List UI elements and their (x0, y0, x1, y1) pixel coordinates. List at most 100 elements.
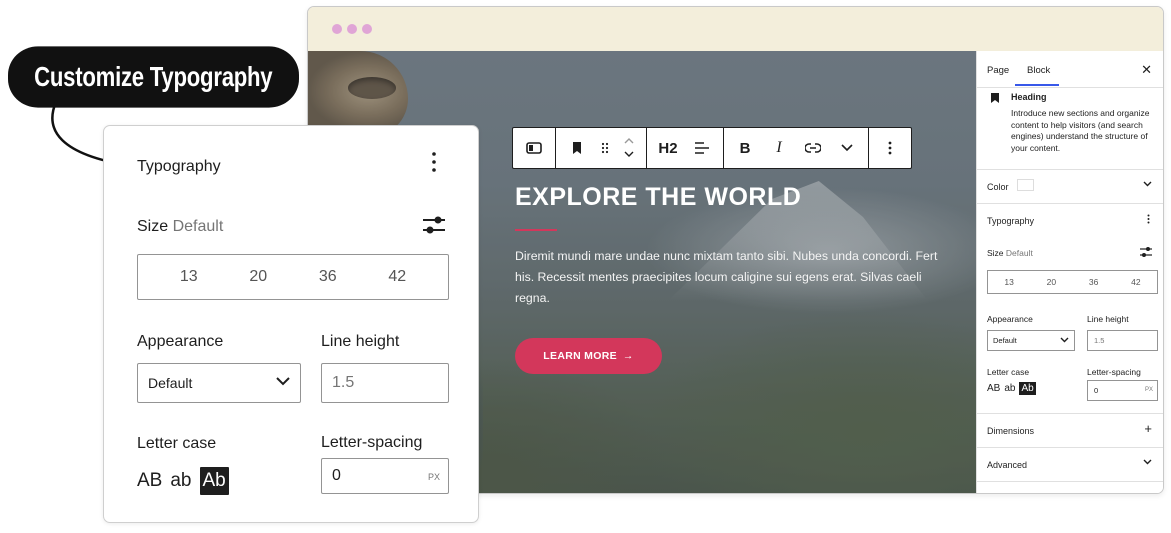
lowercase-button[interactable]: ab (1004, 383, 1015, 394)
align-button[interactable] (685, 128, 719, 168)
toolbar-group-parent (513, 128, 556, 168)
letter-spacing-label: Letter-spacing (1087, 367, 1141, 377)
kebab-icon (888, 141, 892, 155)
learn-more-button[interactable]: LEARN MORE → (515, 338, 662, 374)
typography-panel: Typography Size Default 13 20 36 42 Appe… (977, 204, 1163, 414)
link-button[interactable] (796, 128, 830, 168)
chevron-down-icon (841, 144, 853, 152)
move-buttons[interactable] (616, 128, 642, 168)
font-size-picker: 13 20 36 42 (987, 270, 1158, 294)
letter-case-options: AB ab Ab (137, 467, 229, 495)
sliders-icon[interactable] (1140, 246, 1152, 258)
font-size-option[interactable]: 42 (388, 268, 406, 286)
callout-text: Customize Typography (34, 61, 273, 92)
tab-page[interactable]: Page (987, 65, 1009, 76)
block-card-description: Introduce new sections and organize cont… (1011, 108, 1150, 153)
font-size-option[interactable]: 36 (1089, 277, 1098, 287)
sliders-icon[interactable] (423, 214, 445, 236)
font-size-option[interactable]: 13 (1004, 277, 1013, 287)
toolbar-group-format: B I (724, 128, 869, 168)
callout-bubble: Customize Typography (8, 46, 299, 108)
typography-zoom-panel: Typography Size Default 13 20 36 42 Appe… (103, 125, 479, 523)
unit-label[interactable]: PX (1145, 387, 1153, 393)
more-format-button[interactable] (830, 128, 864, 168)
title-bar (308, 7, 1163, 51)
font-size-option[interactable]: 42 (1131, 277, 1140, 287)
panel-title: Typography (137, 158, 221, 175)
appearance-value: Default (993, 336, 1017, 345)
advanced-panel-toggle[interactable]: Advanced (977, 448, 1163, 482)
letter-spacing-input[interactable]: 0 PX (1087, 380, 1158, 401)
sidebar-tabs: Page Block ✕ (977, 51, 1163, 88)
size-label: Size Default (137, 218, 223, 236)
block-card-title: Heading (1011, 92, 1047, 102)
block-card: Heading Introduce new sections and organ… (977, 88, 1163, 170)
bold-icon: B (739, 139, 751, 157)
size-label-text: Size (137, 218, 169, 235)
hero-paragraph[interactable]: Diremit mundi mare undae nunc mixtam tan… (515, 246, 945, 309)
columns-icon (526, 142, 542, 154)
close-icon[interactable]: ✕ (1141, 62, 1152, 78)
hero-heading[interactable]: EXPLORE THE WORLD (515, 183, 801, 212)
heading-level-button[interactable]: H2 (651, 128, 685, 168)
line-height-input[interactable]: 1.5 (1087, 330, 1158, 351)
tab-block[interactable]: Block (1027, 65, 1050, 76)
learn-more-label: LEARN MORE (543, 350, 617, 362)
letter-spacing-value: 0 (332, 467, 341, 484)
dimensions-label: Dimensions (987, 426, 1035, 436)
bookmark-icon (573, 142, 581, 154)
color-swatch[interactable] (1017, 179, 1034, 191)
line-height-label: Line height (1087, 314, 1129, 324)
stage: H2 B I EXPLORE THE WORLD Diremit mundi m… (0, 0, 1171, 533)
active-tab-indicator (1015, 84, 1059, 86)
options-button[interactable] (873, 128, 907, 168)
typography-label: Typography (987, 216, 1035, 226)
letter-spacing-input[interactable]: 0 PX (321, 458, 449, 494)
unit-label[interactable]: PX (428, 472, 440, 482)
block-type-button[interactable] (560, 128, 594, 168)
bookmark-icon (991, 93, 999, 103)
chevron-down-icon (1143, 457, 1152, 468)
color-label: Color (987, 182, 1009, 192)
toolbar-group-options (869, 128, 911, 168)
appearance-label: Appearance (137, 333, 224, 350)
uppercase-button[interactable]: AB (137, 470, 162, 492)
window-dot[interactable] (362, 24, 372, 34)
select-parent-button[interactable] (517, 128, 551, 168)
font-size-option[interactable]: 36 (319, 268, 337, 286)
font-size-option[interactable]: 20 (1047, 277, 1056, 287)
italic-icon: I (776, 139, 782, 156)
line-height-label: Line height (321, 333, 400, 350)
hero-separator (515, 229, 557, 231)
appearance-select[interactable]: Default (137, 363, 301, 403)
appearance-label: Appearance (987, 314, 1033, 324)
line-height-input[interactable]: 1.5 (321, 363, 449, 403)
chevron-down-icon (1143, 179, 1152, 190)
arrow-right-icon: → (622, 350, 634, 362)
capitalize-button[interactable]: Ab (199, 467, 229, 495)
drag-handle[interactable] (594, 128, 616, 168)
font-size-option[interactable]: 20 (249, 268, 267, 286)
lowercase-button[interactable]: ab (170, 470, 191, 492)
font-size-option[interactable]: 13 (180, 268, 198, 286)
kebab-icon[interactable] (432, 152, 436, 172)
bold-button[interactable]: B (728, 128, 762, 168)
plus-icon: + (1144, 421, 1152, 436)
capitalize-button[interactable]: Ab (1019, 382, 1036, 395)
drag-icon (601, 142, 609, 154)
settings-sidebar: Page Block ✕ Heading Introduce new secti… (976, 51, 1163, 493)
color-panel-toggle[interactable]: Color (977, 170, 1163, 204)
kebab-icon[interactable] (1147, 214, 1150, 227)
italic-button[interactable]: I (762, 128, 796, 168)
uppercase-button[interactable]: AB (987, 383, 1000, 394)
dimensions-panel-toggle[interactable]: Dimensions + (977, 414, 1163, 448)
advanced-label: Advanced (987, 460, 1028, 470)
window-dot[interactable] (347, 24, 357, 34)
font-size-picker: 13 20 36 42 (137, 254, 449, 300)
move-up-down-icon (624, 138, 634, 157)
appearance-value: Default (148, 375, 193, 391)
window-dot[interactable] (332, 24, 342, 34)
appearance-select[interactable]: Default (987, 330, 1075, 351)
letter-case-options: AB ab Ab (987, 382, 1036, 395)
chevron-down-icon (276, 374, 290, 388)
